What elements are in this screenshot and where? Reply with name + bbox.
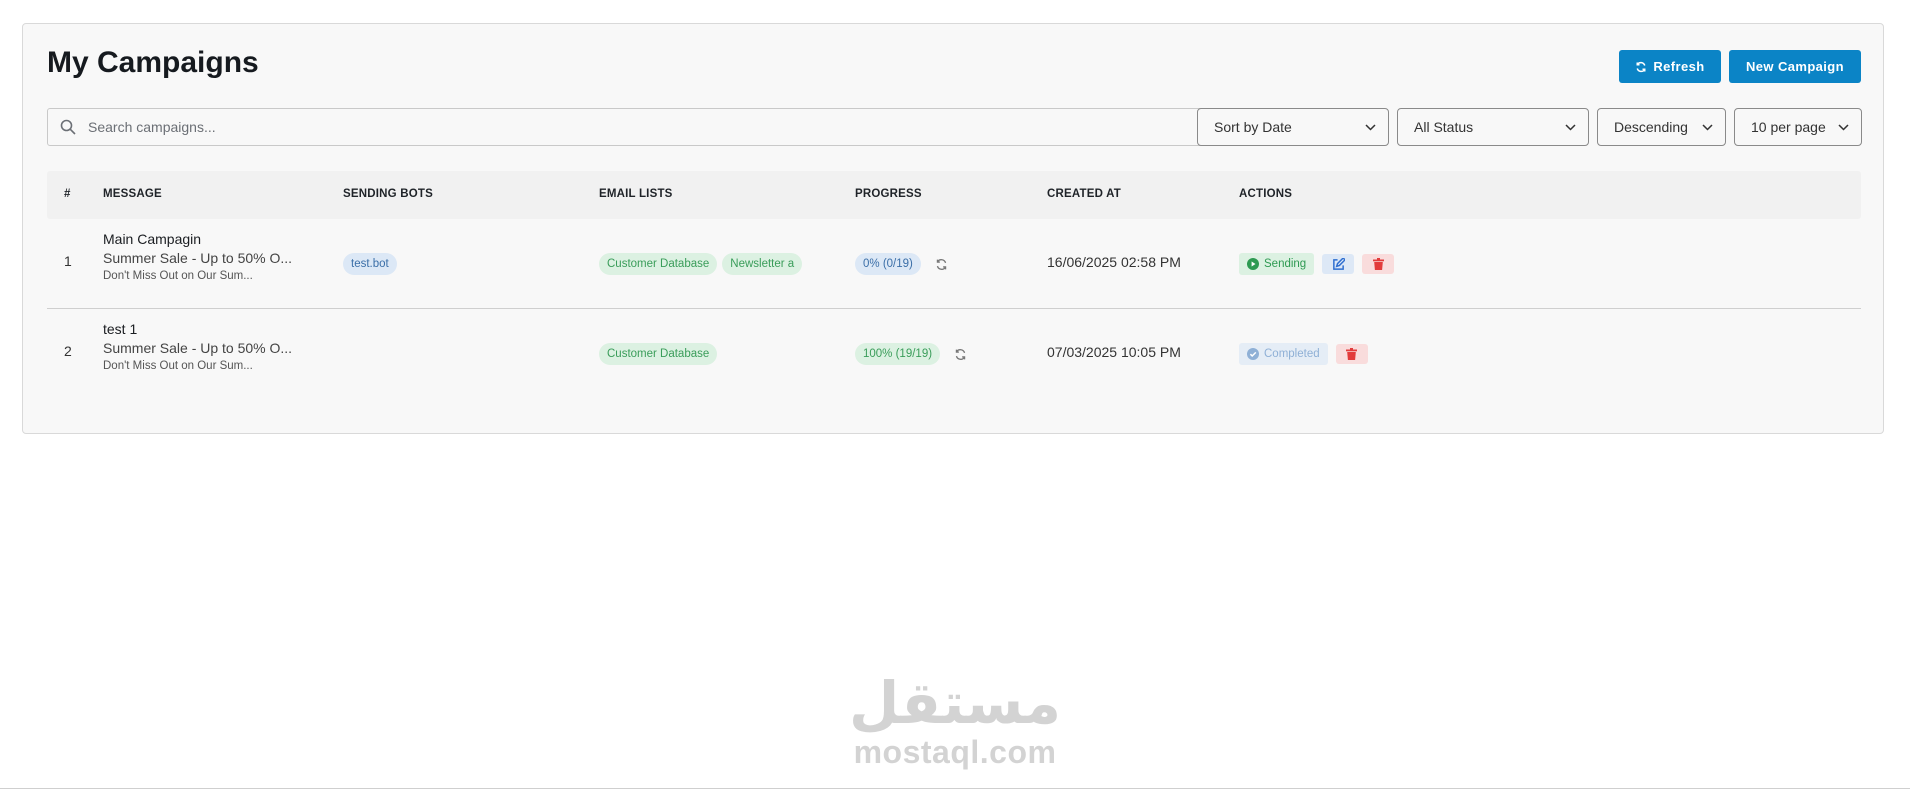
delete-button[interactable] (1362, 254, 1395, 274)
status-label: Sending (1264, 258, 1307, 270)
watermark-latin: mostaql.com (853, 734, 1057, 770)
row-index: 2 (64, 343, 72, 359)
sort-select[interactable]: Sort by Date (1197, 108, 1389, 146)
table-row: 2 test 1 Summer Sale - Up to 50% O... Do… (47, 309, 1861, 398)
watermark: مستقل mostaql.com (848, 672, 1062, 771)
row-progress: 0% (0/19) (855, 253, 948, 275)
campaigns-panel: My Campaigns Refresh New Campaign Sort b… (22, 23, 1884, 434)
table-header: # MESSAGE SENDING BOTS EMAIL LISTS PROGR… (47, 171, 1861, 219)
row-bots: test.bot (343, 253, 402, 275)
row-lists: Customer Database (599, 343, 722, 365)
play-icon (1247, 258, 1259, 270)
status-select[interactable]: All Status (1397, 108, 1589, 146)
refresh-icon (1636, 61, 1646, 72)
progress-badge: 0% (0/19) (855, 253, 921, 275)
row-message: Main Campagin Summer Sale - Up to 50% O.… (103, 231, 292, 282)
status-select-value: All Status (1414, 119, 1474, 135)
search-icon (48, 119, 88, 135)
edit-icon (1332, 257, 1345, 270)
header-index: # (64, 188, 71, 200)
check-circle-icon (1247, 348, 1259, 360)
sync-icon[interactable] (954, 348, 967, 361)
trash-icon (1346, 348, 1358, 360)
chevron-down-icon (1702, 123, 1713, 131)
chevron-down-icon (1365, 123, 1376, 131)
campaign-subject: Summer Sale - Up to 50% O... (103, 250, 293, 266)
header-progress: PROGRESS (855, 188, 922, 200)
row-created-at: 07/03/2025 10:05 PM (1047, 344, 1181, 360)
campaign-title: test 1 (103, 321, 138, 337)
row-created-at: 16/06/2025 02:58 PM (1047, 254, 1181, 270)
bottom-divider (0, 788, 1910, 789)
status-label: Completed (1264, 348, 1320, 360)
order-select[interactable]: Descending (1597, 108, 1726, 146)
search-box[interactable] (47, 108, 1203, 146)
refresh-button[interactable]: Refresh (1619, 50, 1721, 83)
bot-tag: test.bot (343, 253, 397, 275)
per-page-select-value: 10 per page (1751, 119, 1826, 135)
new-campaign-button[interactable]: New Campaign (1729, 50, 1861, 83)
header-lists: EMAIL LISTS (599, 188, 673, 200)
status-badge: Sending (1239, 253, 1315, 275)
chevron-down-icon (1565, 123, 1576, 131)
campaign-preview: Don't Miss Out on Our Sum... (103, 360, 253, 372)
status-badge: Completed (1239, 343, 1328, 365)
list-tag: Customer Database (599, 343, 718, 365)
campaign-preview: Don't Miss Out on Our Sum... (103, 270, 253, 282)
table-row: 1 Main Campagin Summer Sale - Up to 50% … (47, 219, 1861, 309)
watermark-arabic: مستقل (848, 669, 1062, 737)
page-title: My Campaigns (47, 46, 259, 79)
row-index: 1 (64, 253, 72, 269)
order-select-value: Descending (1614, 119, 1688, 135)
header-bots: SENDING BOTS (343, 188, 433, 200)
row-actions: Completed (1239, 343, 1368, 365)
delete-button[interactable] (1335, 344, 1368, 364)
campaign-subject: Summer Sale - Up to 50% O... (103, 340, 293, 356)
header-created: CREATED AT (1047, 188, 1121, 200)
trash-icon (1372, 258, 1384, 270)
search-input[interactable] (88, 119, 1188, 135)
chevron-down-icon (1838, 123, 1849, 131)
per-page-select[interactable]: 10 per page (1734, 108, 1862, 146)
row-progress: 100% (19/19) (855, 343, 967, 365)
campaign-title: Main Campagin (103, 231, 202, 247)
sync-icon[interactable] (935, 258, 948, 271)
row-actions: Sending (1239, 253, 1395, 275)
list-tag: Newsletter a (722, 253, 803, 275)
sort-select-value: Sort by Date (1214, 119, 1292, 135)
header-message: MESSAGE (103, 188, 162, 200)
row-lists: Customer Database Newsletter a (599, 253, 807, 275)
row-message: test 1 Summer Sale - Up to 50% O... Don'… (103, 321, 292, 372)
list-tag: Customer Database (599, 253, 718, 275)
progress-badge: 100% (19/19) (855, 343, 941, 365)
header-actions: ACTIONS (1239, 188, 1293, 200)
refresh-label: Refresh (1653, 59, 1705, 74)
edit-button[interactable] (1322, 254, 1355, 274)
